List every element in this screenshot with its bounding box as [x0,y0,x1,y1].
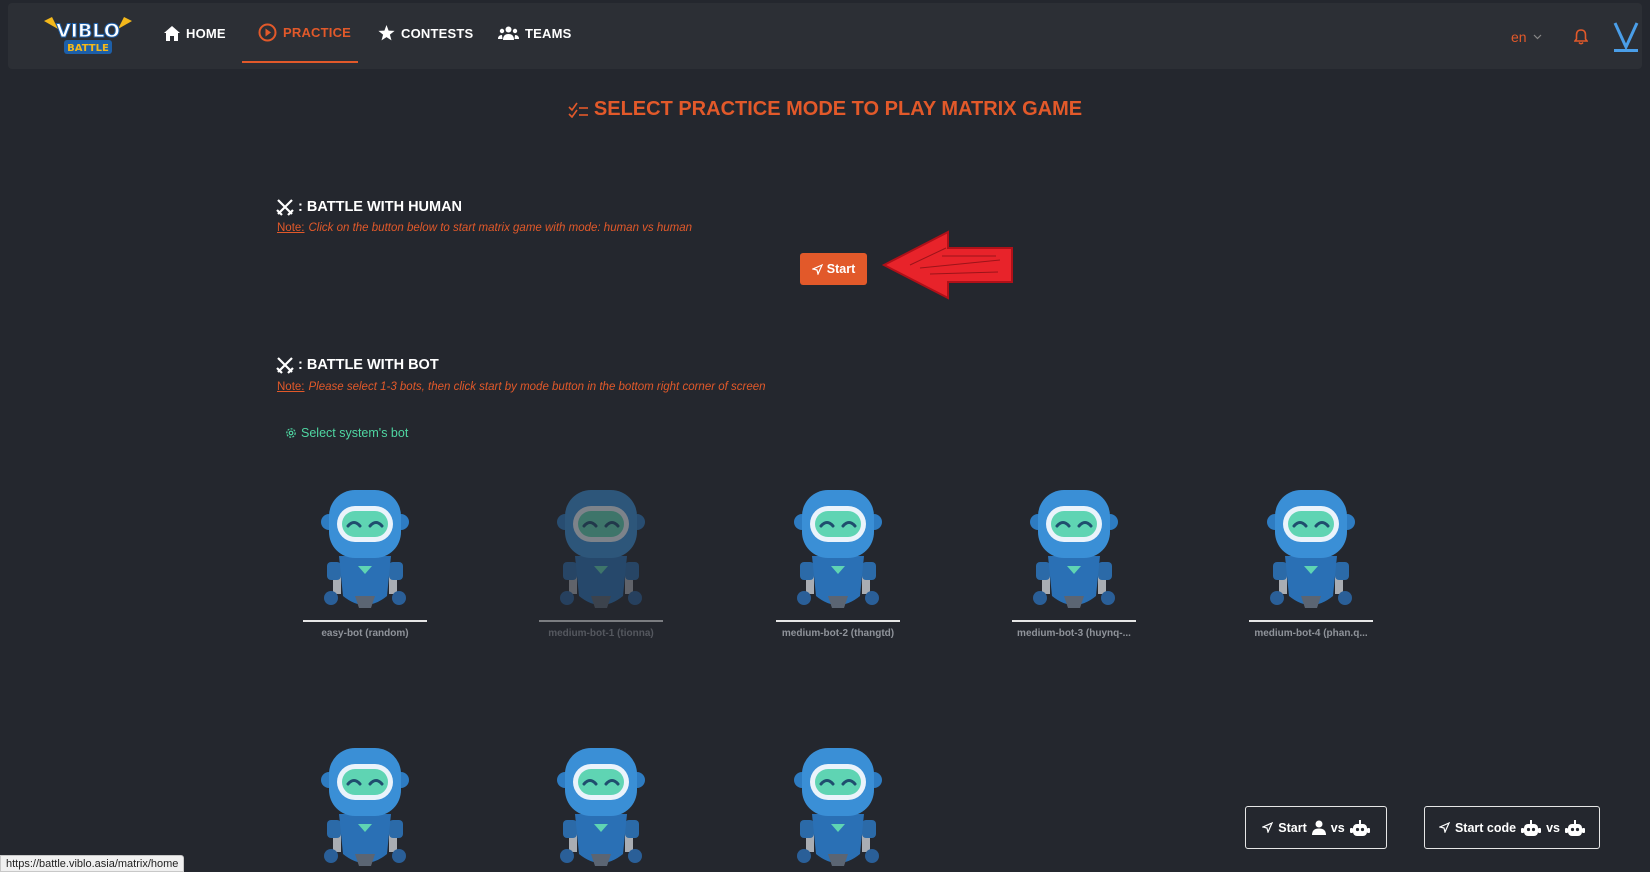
svg-text:BATTLE: BATTLE [67,43,109,54]
send-icon [1438,822,1450,833]
bot-card[interactable]: medium-bot-3 (huynq-... [1012,486,1136,639]
bot-card[interactable]: medium-bot-4 (phan.q... [1249,486,1373,639]
bot-underline [776,620,900,622]
bot-card[interactable] [776,744,900,868]
nav-contests-label: CONTESTS [401,25,474,41]
robot-avatar-icon [321,748,409,866]
viblo-battle-logo[interactable]: VIBLO BATTLE [42,15,134,59]
language-select[interactable]: en [1511,29,1542,45]
note-text: Click on the button below to start matri… [308,222,693,234]
notification-bell[interactable] [1573,29,1589,50]
nav-teams[interactable]: TEAMS [498,3,572,63]
battle-human-note: Note: Click on the button below to start … [277,222,692,234]
crossed-swords-icon [276,357,294,374]
note-text: Please select 1-3 bots, then click start… [308,381,766,393]
bot-card[interactable]: easy-bot (random) [303,486,427,639]
robot-icon [1521,819,1542,836]
bot-name: medium-bot-4 (phan.q... [1254,628,1368,639]
battle-bot-heading: : BATTLE WITH BOT [276,356,439,374]
nav-practice-label: PRACTICE [283,24,352,40]
select-system-bot[interactable]: Select system's bot [285,426,408,440]
bot-name: easy-bot (random) [321,628,409,639]
vs-label: vs [1546,820,1561,835]
crossed-swords-icon [276,199,294,216]
start-human-vs-bot-button[interactable]: Start vs [1245,806,1387,849]
top-navbar: VIBLO BATTLE HOME PRACTICE CONTESTS TEAM… [8,3,1642,69]
star-icon [378,25,395,41]
vs-label: vs [1330,820,1345,835]
note-label: Note: [277,222,305,234]
start-label: Start [1278,820,1307,835]
note-label: Note: [277,381,305,393]
chevron-down-icon [1533,34,1542,40]
robot-icon [1349,819,1370,836]
bot-name: medium-bot-3 (huynq-... [1017,628,1131,639]
viblo-v-icon [1613,22,1639,52]
robot-avatar-icon [1267,490,1355,608]
bot-card[interactable]: medium-bot-1 (tionna) [539,486,663,639]
robot-avatar-icon [1030,490,1118,608]
viblo-v-logo[interactable] [1613,21,1639,58]
users-icon [498,26,519,40]
browser-status-url: https://battle.viblo.asia/matrix/home [0,855,185,872]
gear-icon [286,428,296,438]
battle-human-heading: : BATTLE WITH HUMAN [276,198,462,216]
checklist-icon [568,102,588,118]
bot-underline [539,620,663,622]
robot-avatar-icon [557,748,645,866]
nav-home-label: HOME [186,25,226,41]
bot-name: medium-bot-1 (tionna) [548,628,654,639]
nav-teams-label: TEAMS [525,25,572,41]
bot-underline [303,620,427,622]
nav-home[interactable]: HOME [164,3,226,63]
battle-human-heading-text: : BATTLE WITH HUMAN [298,199,463,215]
nav-practice[interactable]: PRACTICE [242,3,358,63]
robot-avatar-icon [557,490,645,608]
start-human-button[interactable]: Start [800,253,867,285]
bot-name: medium-bot-2 (thangtd) [781,628,895,639]
send-icon [1262,822,1274,833]
bot-underline [1012,620,1136,622]
bot-card[interactable]: medium-bot-2 (thangtd) [776,486,900,639]
bell-icon [1573,29,1589,45]
bot-card[interactable] [539,744,663,868]
bot-card[interactable] [303,744,427,868]
page-title-text: SELECT PRACTICE MODE TO PLAY MATRIX GAME [593,98,1083,120]
start-code-vs-bot-button[interactable]: Start code vs [1424,806,1600,849]
bot-underline [1249,620,1373,622]
robot-avatar-icon [794,490,882,608]
select-system-bot-label: Select system's bot [301,426,409,440]
svg-text:VIBLO: VIBLO [56,20,120,42]
robot-avatar-icon [321,490,409,608]
send-icon [811,263,823,275]
nav-contests[interactable]: CONTESTS [378,3,473,63]
user-icon [1311,820,1326,835]
battle-bot-note: Note: Please select 1-3 bots, then click … [277,381,766,393]
language-value: en [1511,29,1527,45]
red-arrow-annotation [881,230,1013,300]
start-code-label: Start code [1454,820,1517,835]
start-human-label: Start [826,262,856,276]
battle-bot-heading-text: : BATTLE WITH BOT [298,357,439,373]
robot-avatar-icon [794,748,882,866]
play-circle-icon [258,23,277,41]
home-icon [164,25,180,41]
robot-icon [1565,819,1586,836]
page-title: SELECT PRACTICE MODE TO PLAY MATRIX GAME [0,98,1650,121]
